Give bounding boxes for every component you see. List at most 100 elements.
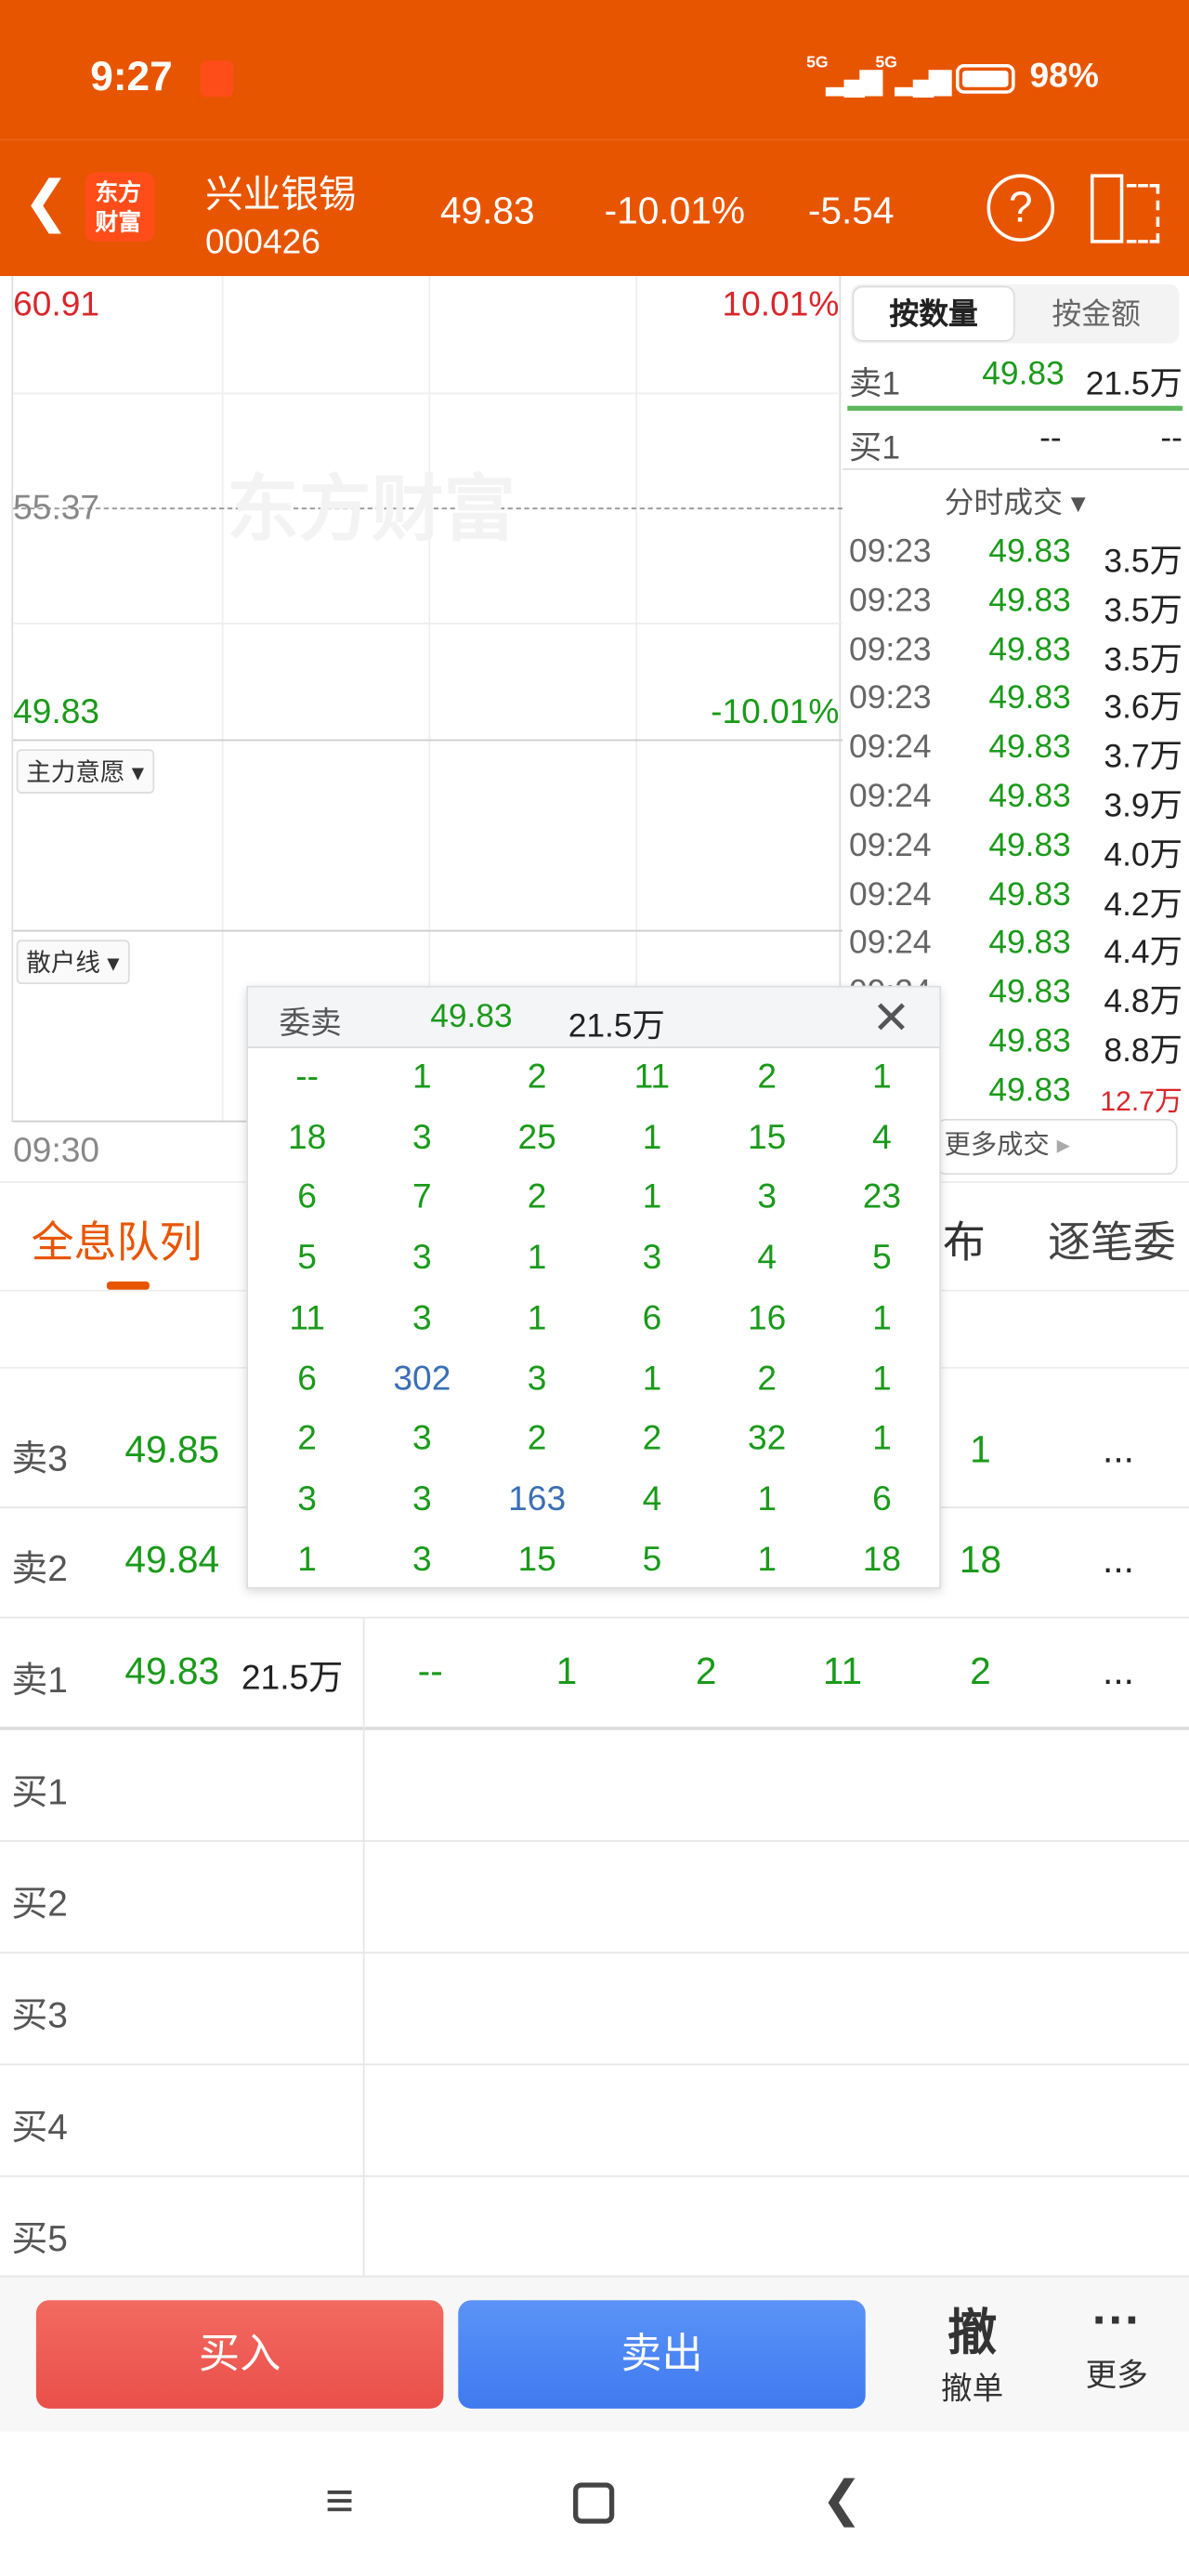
battery-level: 98% <box>1029 57 1099 96</box>
popup-queue-cell: 6 <box>642 1299 662 1337</box>
popup-queue-cell: 302 <box>393 1360 451 1398</box>
popup-queue-cell: 3 <box>642 1239 662 1277</box>
sell-button[interactable]: 卖出 <box>458 2300 866 2409</box>
home-icon[interactable] <box>573 2482 615 2524</box>
tab-by-quantity[interactable]: 按数量 <box>852 285 1015 342</box>
popup-queue-cell: 11 <box>289 1299 325 1337</box>
battery-icon <box>955 63 1015 94</box>
price-high-label: 60.91 <box>13 285 100 324</box>
popup-queue-cell: 3 <box>757 1178 777 1217</box>
popup-queue-cell: 2 <box>297 1419 317 1458</box>
help-icon[interactable]: ? <box>986 174 1055 242</box>
popup-queue-cell: 3 <box>412 1118 432 1157</box>
popup-price: 49.83 <box>430 998 513 1035</box>
popup-queue-cell: 18 <box>287 1118 327 1157</box>
popup-queue-cell: 2 <box>757 1058 777 1097</box>
cancel-order-button[interactable]: 撤 撤单 <box>930 2292 1015 2409</box>
book-row-sell1[interactable]: 卖1 49.83 21.5万 -- 1 2 11 2... <box>0 1618 1189 1730</box>
popup-queue-cell: 6 <box>872 1479 892 1518</box>
popup-queue-cell: 1 <box>872 1058 892 1097</box>
popup-queue-cell: 16 <box>748 1299 787 1337</box>
popup-queue-cell: 3 <box>412 1540 432 1579</box>
price-mid-label: 55.37 <box>13 489 100 528</box>
popup-queue-cell: 1 <box>527 1239 547 1277</box>
popup-queue-cell: 1 <box>757 1540 777 1579</box>
popup-queue-cell: 3 <box>412 1299 432 1337</box>
popup-title: 委卖 <box>279 1006 342 1042</box>
tab-distribution[interactable]: 布 <box>943 1209 986 1269</box>
book-row-buy5[interactable]: 买5 <box>0 2177 1189 2289</box>
tab-full-queue[interactable]: 全息队列 <box>32 1209 203 1269</box>
pct-high-label: 10.01% <box>722 285 840 324</box>
menu-icon[interactable]: ≡ <box>325 2475 354 2530</box>
book-row-buy2[interactable]: 买2 <box>0 1842 1189 1954</box>
popup-queue-cell: 32 <box>748 1419 787 1458</box>
queue-cell: 11 <box>822 1649 863 1693</box>
popup-queue-cell: 25 <box>517 1118 556 1157</box>
queue-cell: 2 <box>695 1649 717 1693</box>
tab-by-amount[interactable]: 按金额 <box>1015 286 1178 342</box>
popup-queue-cell: 5 <box>872 1239 892 1277</box>
popup-queue-cell: 18 <box>862 1540 902 1579</box>
popup-queue-cell: 6 <box>297 1178 317 1217</box>
more-trades-button[interactable]: 更多成交 ▸ <box>935 1119 1178 1176</box>
queue-cell: -- <box>417 1649 443 1693</box>
queue-cell: 2 <box>970 1649 991 1693</box>
signal-icon: ▂▄▆ <box>826 62 882 96</box>
popup-queue-cell: 7 <box>412 1178 432 1217</box>
pct-low-label: -10.01% <box>711 693 840 731</box>
queue-cell: 1 <box>970 1427 991 1471</box>
queue-cell: ... <box>1103 1649 1134 1693</box>
popup-queue-cell: 1 <box>642 1118 662 1157</box>
queue-popup: 委卖 49.83 21.5万 ✕ -- 1 2 11 2 1 18 3 25 1 15 4 6 7 2 1 3 2… <box>246 985 942 1589</box>
stock-price: 49.83 <box>439 189 535 232</box>
stock-name: 兴业银锡 <box>205 172 357 216</box>
popup-queue-cell: 1 <box>642 1178 662 1217</box>
trades-dropdown[interactable]: 分时成交 ▾ <box>945 480 1086 522</box>
queue-cell: ... <box>1103 1427 1134 1471</box>
trade-row: 09:24 49.83 4.4万 <box>849 926 1182 972</box>
change-amount: -5.54 <box>807 189 895 232</box>
queue-cell: 1 <box>555 1649 578 1693</box>
cancel-icon: 撤 <box>947 2307 998 2361</box>
switch-layout-icon[interactable] <box>1090 174 1163 243</box>
popup-queue-cell: -- <box>295 1058 319 1097</box>
more-button[interactable]: ··· 更多 <box>1074 2292 1159 2395</box>
tab-order-by-order[interactable]: 逐笔委 <box>1048 1209 1189 1269</box>
trade-row: 09:23 49.83 3.6万 <box>849 680 1182 728</box>
popup-queue-cell: 2 <box>527 1419 547 1458</box>
close-icon[interactable]: ✕ <box>872 991 910 1045</box>
stock-code: 000426 <box>205 223 320 262</box>
popup-queue-cell: 5 <box>297 1239 317 1277</box>
indicator2-dropdown[interactable]: 散户线 ▾ <box>16 940 130 985</box>
popup-queue-cell: 2 <box>642 1419 662 1458</box>
popup-queue-cell: 3 <box>412 1419 432 1458</box>
logo: 东方财富 <box>85 172 155 242</box>
popup-queue-cell: 2 <box>757 1360 777 1398</box>
indicator1-dropdown[interactable]: 主力意愿 ▾ <box>16 749 154 794</box>
book-row-buy1[interactable]: 买1 <box>0 1730 1189 1842</box>
nav-back-icon[interactable]: ❮ <box>821 2471 862 2529</box>
book-row-buy3[interactable]: 买3 <box>0 1953 1189 2066</box>
more-icon: ··· <box>1091 2293 1142 2348</box>
book-row-buy4[interactable]: 买4 <box>0 2065 1189 2177</box>
popup-volume: 21.5万 <box>568 1008 665 1045</box>
popup-queue-cell: 163 <box>508 1479 567 1518</box>
popup-queue-cell: 3 <box>412 1479 432 1518</box>
popup-queue-cell: 11 <box>634 1058 671 1097</box>
popup-queue-cell: 1 <box>642 1360 662 1398</box>
popup-queue-cell: 4 <box>642 1479 662 1518</box>
popup-queue-cell: 4 <box>757 1239 777 1277</box>
trade-row: 09:24 49.83 4.2万 <box>849 876 1182 923</box>
app-notification-icon <box>200 60 234 98</box>
trade-row: 09:23 49.83 3.5万 <box>849 533 1182 581</box>
popup-queue-cell: 2 <box>527 1178 547 1217</box>
time-start-label: 09:30 <box>13 1132 100 1170</box>
popup-queue-cell: 1 <box>872 1419 892 1458</box>
stock-header: ❮ 东方财富 兴业银锡 000426 49.83 -10.01% -5.54 ? <box>0 139 1189 277</box>
buy-button[interactable]: 买入 <box>35 2300 444 2409</box>
side-buy1: 买1 -- -- <box>849 420 1182 467</box>
back-icon[interactable]: ❮ <box>23 169 70 235</box>
trade-row: 09:24 49.83 3.7万 <box>849 729 1182 776</box>
active-tab-indicator <box>106 1281 150 1290</box>
